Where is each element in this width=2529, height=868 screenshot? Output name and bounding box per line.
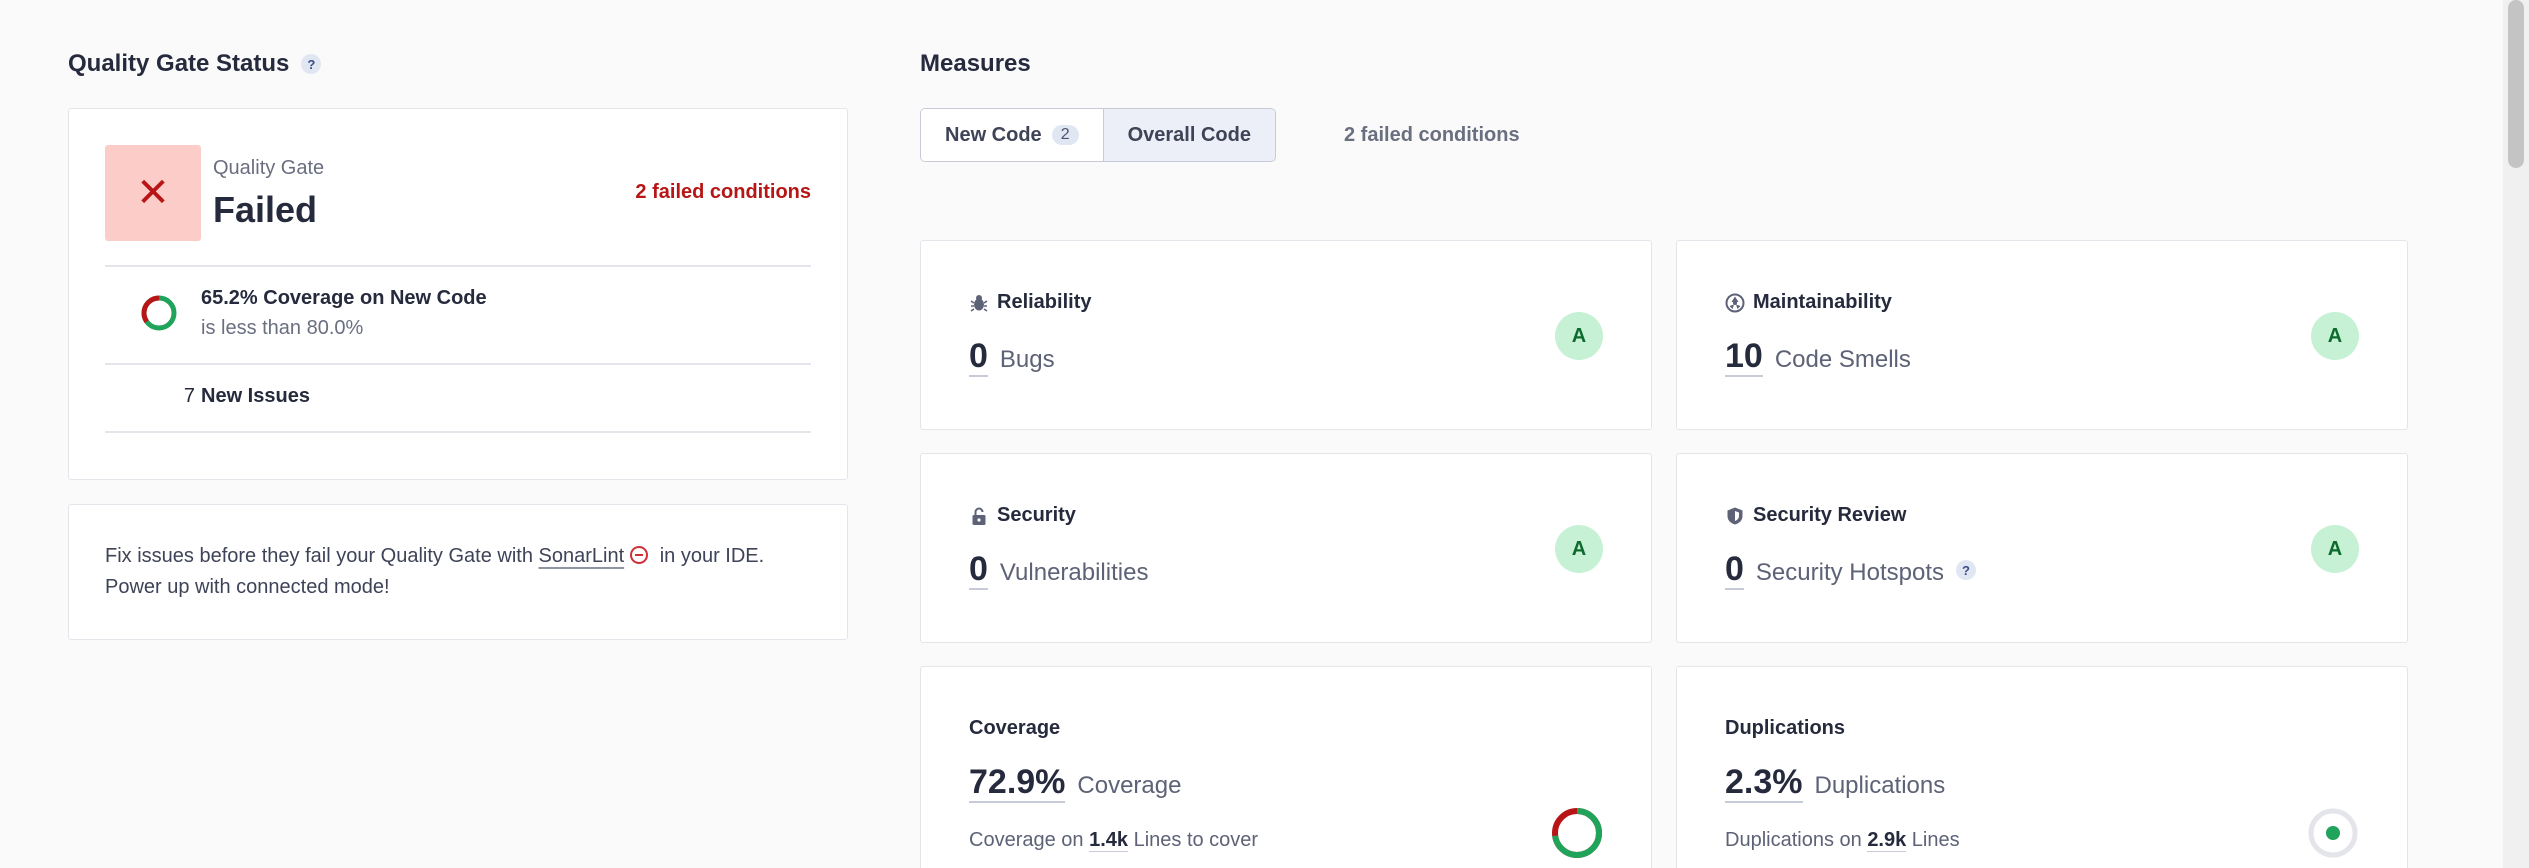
lock-icon [972,507,986,525]
sonarlint-promo-card: Fix issues before they fail your Quality… [68,504,848,640]
coverage-value-row: 72.9% Coverage [969,763,1181,803]
vertical-scrollbar[interactable] [2503,0,2529,868]
security-review-value-row: 0 Security Hotspots ? [1725,550,1976,590]
failed-conditions-count: 2 failed conditions [635,181,811,203]
help-icon[interactable]: ? [301,54,322,74]
coverage-donut-chart [1552,808,1602,858]
sonarlint-link[interactable]: SonarLint [539,545,625,567]
tab-overall-code[interactable]: Overall Code [1102,109,1275,161]
security-review-card: Security Review 0 Security Hotspots ? A [1676,453,2408,643]
security-card: Security 0 Vulnerabilities A [920,453,1652,643]
coverage-label: Coverage [969,717,1061,739]
duplications-unit: Duplications [1814,772,1946,799]
maintainability-card: Maintainability 10 Code Smells A [1676,240,2408,430]
security-review-label: Security Review [1753,504,1907,526]
failed-status-icon: ✕ [105,145,201,241]
coverage-card: Coverage 72.9% Coverage Coverage on 1.4k… [920,666,1652,868]
promo-text: Fix issues before they fail your Quality… [105,541,805,603]
new-issues-label: New Issues [201,385,310,407]
security-value-row: 0 Vulnerabilities [969,550,1148,590]
condition-subtitle: is less than 80.0% [201,317,364,339]
security-review-rating[interactable]: A [2311,525,2359,573]
coverage-sub-suffix: Lines to cover [1128,829,1259,851]
condition-title[interactable]: 65.2% Coverage on New Code [201,287,487,310]
reliability-label: Reliability [997,291,1092,313]
duplications-lines-info: Duplications on 2.9k Lines [1725,829,1960,852]
code-smells-count[interactable]: 10 [1725,337,1763,377]
reliability-card: Reliability 0 Bugs A [920,240,1652,430]
duplications-title: Duplications [1725,717,1845,740]
security-hotspots-count[interactable]: 0 [1725,550,1744,590]
measures-title: Measures [920,50,1031,77]
duplications-indicator-icon [2308,808,2358,858]
tab-overall-code-label: Overall Code [1127,123,1251,146]
coverage-percent[interactable]: 72.9% [969,763,1066,803]
shield-icon [1727,507,1743,524]
scrollbar-thumb[interactable] [2508,0,2524,168]
bugs-unit: Bugs [999,346,1055,373]
duplications-sub-prefix: Duplications on [1725,829,1868,851]
help-icon[interactable]: ? [1956,560,1976,580]
code-smells-unit: Code Smells [1774,346,1911,373]
sonarlint-icon [630,546,649,564]
code-period-tabs: New Code 2 Overall Code [920,108,1276,162]
quality-gate-section-title: Quality Gate Status ? [68,50,322,78]
duplications-value-row: 2.3% Duplications [1725,763,1945,803]
duplications-lines-count[interactable]: 2.9k [1867,829,1907,852]
quality-gate-title: Quality Gate Status [68,50,290,77]
vulnerabilities-unit: Vulnerabilities [999,559,1149,586]
duplications-percent[interactable]: 2.3% [1725,763,1803,803]
tab-new-code[interactable]: New Code 2 [921,109,1103,161]
maintainability-title: Maintainability [1725,291,1892,314]
maintainability-rating[interactable]: A [2311,312,2359,360]
measures-section-title: Measures [920,50,1031,78]
reliability-title: Reliability [969,291,1091,314]
lines-to-cover-count[interactable]: 1.4k [1089,829,1129,852]
tab-new-code-label: New Code [945,123,1042,146]
security-rating[interactable]: A [1555,525,1603,573]
reliability-rating[interactable]: A [1555,312,1603,360]
bug-icon [970,294,988,312]
quality-gate-label: Quality Gate [213,157,325,179]
security-review-title: Security Review [1725,504,1906,527]
coverage-title: Coverage [969,717,1060,740]
security-label: Security [997,504,1076,526]
vulnerabilities-count[interactable]: 0 [969,550,988,590]
security-hotspots-unit: Security Hotspots [1755,559,1944,586]
quality-gate-card: ✕ Quality Gate Failed 2 failed condition… [68,108,848,480]
duplications-card: Duplications 2.3% Duplications Duplicati… [1676,666,2408,868]
maintainability-value-row: 10 Code Smells [1725,337,1911,377]
security-title: Security [969,504,1076,527]
reliability-value-row: 0 Bugs [969,337,1055,377]
coverage-donut-icon [141,295,177,331]
tab-new-code-count: 2 [1051,125,1079,145]
duplications-sub-suffix: Lines [1906,829,1960,851]
promo-text-before: Fix issues before they fail your Quality… [105,545,539,567]
divider [105,363,811,365]
bugs-count[interactable]: 0 [969,337,988,377]
new-issues-count[interactable]: 7 [165,385,195,408]
code-smell-icon [1725,293,1745,312]
coverage-lines-info: Coverage on 1.4k Lines to cover [969,829,1258,852]
coverage-sub-prefix: Coverage on [969,829,1090,851]
coverage-unit: Coverage [1077,772,1182,799]
divider [105,265,811,267]
duplications-label: Duplications [1725,717,1846,739]
measures-failed-conditions: 2 failed conditions [1344,124,1520,146]
quality-gate-status: Failed [213,189,318,230]
maintainability-label: Maintainability [1753,291,1892,313]
divider [105,431,811,433]
